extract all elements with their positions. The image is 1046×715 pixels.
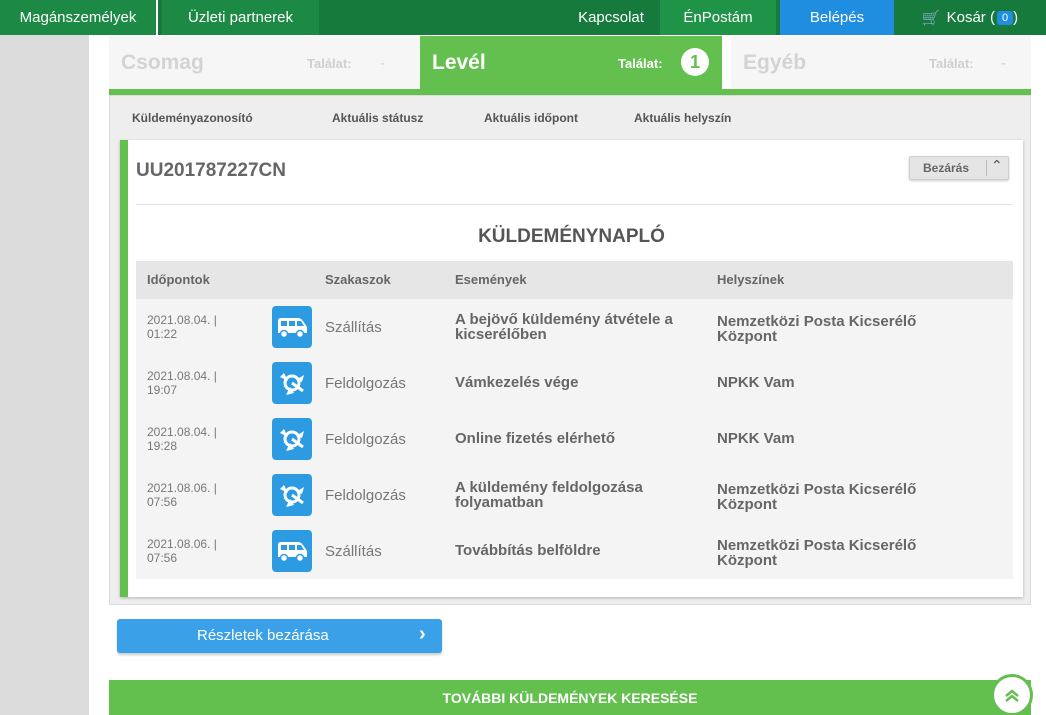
table-row: 2021.08.06. | 07:56 Szállítás Továbbítás… [136, 523, 1013, 579]
scroll-to-top-button[interactable] [991, 674, 1033, 715]
more-shipments-search-button[interactable]: TOVÁBBI KÜLDEMÉNYEK KERESÉSE [109, 680, 1031, 715]
row-datetime: 2021.08.06. | 07:56 [147, 537, 257, 565]
column-header-location: Aktuális helyszín [634, 111, 732, 125]
table-row: 2021.08.04. | 19:28 Feldolgozás Online f… [136, 411, 1013, 467]
cart-label: Kosár ( [946, 9, 995, 26]
row-location: NPKK Vam [717, 374, 795, 391]
row-event: A bejövő küldemény átvétele a kicserélőb… [455, 311, 673, 343]
row-time: 19:28 [147, 439, 178, 453]
row-date: 2021.08.04. | [147, 425, 217, 439]
row-datetime: 2021.08.04. | 19:28 [147, 425, 257, 453]
van-icon [272, 530, 312, 572]
cart-label-close: ) [1013, 9, 1019, 26]
shipment-log-title: KÜLDEMÉNYNAPLÓ [478, 226, 665, 247]
row-datetime: 2021.08.04. | 01:22 [147, 313, 257, 341]
column-header-status: Aktuális státusz [332, 111, 424, 125]
cart-button[interactable]: 🛒 Kosár ( 0 ) [910, 0, 1030, 35]
header-event: Események [455, 272, 527, 287]
row-event: Online fizetés elérhető [455, 430, 616, 447]
processing-icon [272, 362, 312, 404]
row-datetime: 2021.08.04. | 19:07 [147, 369, 257, 397]
nav-contact[interactable]: Kapcsolat [570, 0, 652, 35]
row-time: 01:22 [147, 327, 178, 341]
row-date: 2021.08.06. | [147, 481, 217, 495]
more-shipments-search-label: TOVÁBBI KÜLDEMÉNYEK KERESÉSE [442, 689, 698, 706]
close-details-label: Részletek bezárása [197, 627, 329, 644]
row-time: 07:56 [147, 551, 178, 565]
tab-level-hit-label: Találat: [618, 55, 663, 71]
shipment-card: UU201787227CN Bezárás ⌃ KÜLDEMÉNYNAPLÓ I… [120, 140, 1023, 597]
collapse-button-label: Bezárás [923, 161, 970, 175]
nav-private-customers[interactable]: Magánszemélyek [0, 0, 158, 35]
tab-csomag-label: Csomag [121, 51, 204, 74]
row-location: Nemzetközi Posta Kicserélő Központ [717, 313, 917, 345]
collapse-button-divider [986, 160, 987, 176]
row-date: 2021.08.06. | [147, 537, 217, 551]
nav-business-partners[interactable]: Üzleti partnerek [162, 0, 319, 35]
row-stage: Feldolgozás [325, 487, 406, 504]
row-stage: Szállítás [325, 543, 382, 560]
tab-egyeb-hit-label: Találat: [929, 55, 974, 71]
row-datetime: 2021.08.06. | 07:56 [147, 481, 257, 509]
left-sidebar-strip [0, 35, 89, 715]
tab-csomag[interactable]: Csomag Találat: - [109, 36, 420, 90]
table-header: Időpontok Szakaszok Események Helyszínek [136, 261, 1013, 299]
login-button[interactable]: Belépés [780, 0, 894, 35]
row-location: NPKK Vam [717, 430, 795, 447]
tab-level-hit-count: 1 [681, 48, 709, 76]
row-date: 2021.08.04. | [147, 369, 217, 383]
row-event: Vámkezelés vége [455, 374, 579, 391]
van-icon [272, 306, 312, 348]
row-stage: Feldolgozás [325, 375, 406, 392]
top-navigation: Magánszemélyek Üzleti partnerek Kapcsola… [0, 0, 1046, 35]
row-location: Nemzetközi Posta Kicserélő Központ [717, 537, 917, 569]
row-location: Nemzetközi Posta Kicserélő Központ [717, 481, 917, 513]
close-details-button[interactable]: Részletek bezárása › [117, 619, 442, 653]
nav-enpostam[interactable]: ÉnPostám [660, 0, 776, 35]
header-location: Helyszínek [717, 272, 785, 287]
tab-egyeb-hit-value: - [1001, 54, 1006, 72]
table-row: 2021.08.04. | 19:07 Feldolgozás Vámkezel… [136, 355, 1013, 411]
row-date: 2021.08.04. | [147, 313, 217, 327]
cart-icon: 🛒 [921, 9, 941, 27]
row-time: 19:07 [147, 383, 178, 397]
processing-icon [272, 474, 312, 516]
chevron-double-up-icon [1005, 689, 1019, 702]
shipment-log-table: Időpontok Szakaszok Események Helyszínek… [136, 261, 1013, 579]
chevron-up-icon: ⌃ [991, 157, 1003, 173]
row-event: Továbbítás belföldre [455, 542, 601, 559]
tab-level[interactable]: Levél Találat: 1 [420, 36, 722, 90]
chevron-right-icon: › [419, 623, 426, 645]
table-row: 2021.08.04. | 01:22 Szállítás A bejövő k… [136, 299, 1013, 355]
tab-csomag-hit-value: - [380, 54, 385, 72]
row-event: A küldemény feldolgozása folyamatban [455, 479, 643, 511]
column-header-time: Aktuális időpont [484, 111, 578, 125]
row-stage: Feldolgozás [325, 431, 406, 448]
tab-egyeb-label: Egyéb [743, 51, 807, 74]
row-stage: Szállítás [325, 319, 382, 336]
tab-csomag-hit-label: Találat: [307, 55, 352, 71]
tracking-id: UU201787227CN [136, 160, 286, 181]
column-header-id: Küldeményazonosító [132, 111, 253, 125]
tab-level-label: Levél [432, 51, 486, 74]
row-time: 07:56 [147, 495, 178, 509]
card-divider [136, 204, 1013, 205]
results-panel: Küldeményazonosító Aktuális státusz Aktu… [109, 95, 1031, 605]
cart-count-badge: 0 [996, 10, 1014, 25]
header-stage: Szakaszok [325, 272, 391, 287]
processing-icon [272, 418, 312, 460]
header-time: Időpontok [147, 272, 210, 287]
collapse-button[interactable]: Bezárás ⌃ [909, 156, 1009, 180]
table-row: 2021.08.06. | 07:56 Feldolgozás A küldem… [136, 467, 1013, 523]
tab-egyeb[interactable]: Egyéb Találat: - [731, 36, 1031, 90]
